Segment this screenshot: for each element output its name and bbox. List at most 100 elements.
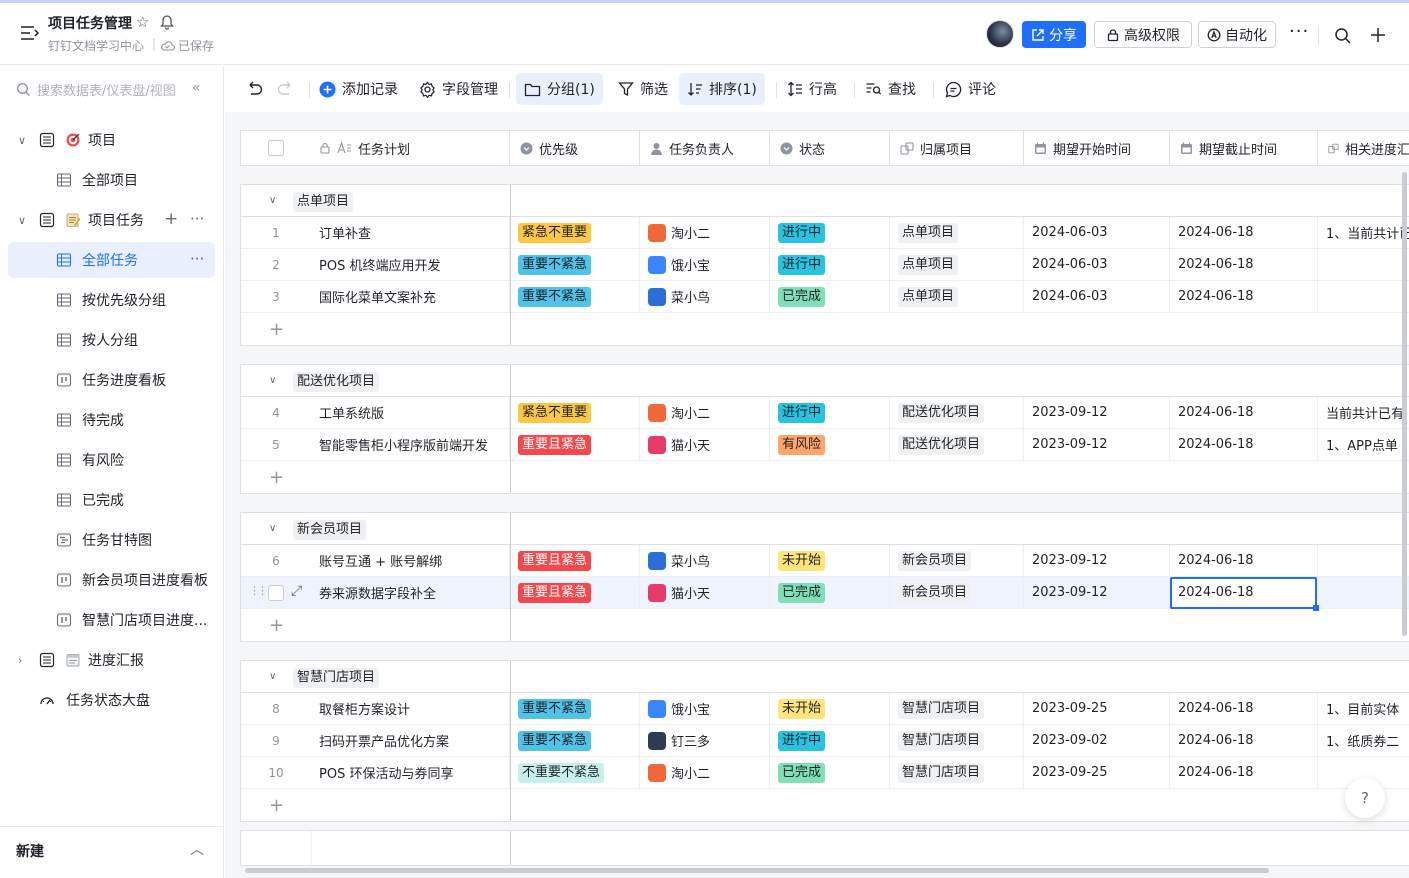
cell-task[interactable]: 账号互通 + 账号解绑 [311, 545, 510, 576]
cell-owner[interactable]: 钉三多 [640, 725, 770, 756]
chevron-right-icon[interactable]: › [18, 654, 22, 667]
column-header-project[interactable]: 归属项目 [890, 131, 1024, 165]
cell-project[interactable]: 智慧门店项目 [890, 757, 1024, 788]
cell-progress[interactable] [1318, 545, 1409, 576]
cell-progress[interactable] [1318, 281, 1409, 312]
table-row[interactable]: 4 工单系统版 紧急不重要 淘小二 进行中 配送优化项目 2023-09-12 2024-06… [241, 397, 1409, 429]
search-icon[interactable] [1334, 27, 1352, 45]
cell-task[interactable]: 扫码开票产品优化方案 [311, 725, 510, 756]
sidebar-item-all-tasks[interactable]: 全部任务 ··· [8, 242, 215, 278]
column-header-task-plan[interactable]: 任务计划 [311, 131, 510, 165]
group-header[interactable]: ∨ 配送优化项目 [241, 365, 1409, 397]
advanced-permission-button[interactable]: 高级权限 [1094, 21, 1192, 48]
table-row[interactable]: 5 智能零售柜小程序版前端开发 重要且紧急 猫小天 有风险 配送优化项目 2023-09-1… [241, 429, 1409, 461]
sort-button[interactable]: 排序(1) [679, 73, 765, 105]
cell-progress[interactable]: 1、APP点单 [1318, 429, 1409, 460]
cell-task[interactable]: 券来源数据字段补全 [311, 577, 510, 608]
cell-owner[interactable]: 饿小宝 [640, 249, 770, 280]
comment-button[interactable]: 评论 [937, 73, 1004, 105]
chevron-down-icon[interactable]: ∨ [18, 134, 26, 147]
cell-progress[interactable]: 1、纸质券二 [1318, 725, 1409, 756]
cell-task[interactable]: POS 机终端应用开发 [311, 249, 510, 280]
share-button[interactable]: 分享 [1022, 21, 1086, 48]
table-row[interactable]: 6 账号互通 + 账号解绑 重要且紧急 菜小鸟 未开始 新会员项目 2023-09-12 20… [241, 545, 1409, 577]
cell-project[interactable]: 点单项目 [890, 217, 1024, 248]
plus-icon[interactable] [1369, 26, 1387, 44]
cell-end[interactable]: 2024-06-18 [1170, 281, 1318, 312]
more-icon[interactable]: ··· [1289, 21, 1309, 42]
cell-priority[interactable]: 重要且紧急 [510, 545, 640, 576]
table-row[interactable]: ⋮⋮ ⤢ 券来源数据字段补全 重要且紧急 猫小天 已完成 新会员项目 2023-09-12 20… [241, 577, 1409, 611]
table-row[interactable]: 1 订单补查 紧急不重要 淘小二 进行中 点单项目 2024-06-03 2024-06-18… [241, 217, 1409, 249]
sidebar-item-store-kanban[interactable]: 智慧门店项目进度... [8, 602, 215, 638]
add-record-button[interactable]: 添加记录 [311, 73, 406, 105]
cell-progress[interactable]: 1、目前实体 [1318, 693, 1409, 724]
cell-end[interactable]: 2024-06-18 [1170, 757, 1318, 788]
cell-project[interactable]: 点单项目 [890, 249, 1024, 280]
cell-status[interactable]: 进行中 [770, 249, 890, 280]
column-header-owner[interactable]: 任务负责人 [640, 131, 770, 165]
column-header-status[interactable]: 状态 [770, 131, 890, 165]
cell-status[interactable]: 进行中 [770, 217, 890, 248]
cell-priority[interactable]: 紧急不重要 [510, 217, 640, 248]
cell-task[interactable]: 国际化菜单文案补充 [311, 281, 510, 312]
cell-status[interactable]: 未开始 [770, 693, 890, 724]
drag-handle-icon[interactable]: ⋮⋮ [249, 584, 268, 597]
sidebar-item-gantt[interactable]: 任务甘特图 [8, 522, 215, 558]
cell-start[interactable]: 2024-06-03 [1024, 249, 1170, 280]
cell-owner[interactable]: 菜小鸟 [640, 545, 770, 576]
cell-start[interactable]: 2023-09-12 [1024, 577, 1170, 608]
cell-progress[interactable]: 1、当前共计已 [1318, 217, 1409, 248]
table-row[interactable]: 10 POS 环保活动与券同享 不重要不紧急 淘小二 已完成 智慧门店项目 2023-09-… [241, 757, 1409, 789]
chevron-down-icon[interactable]: ∨ [269, 375, 276, 386]
cell-start[interactable]: 2023-09-12 [1024, 429, 1170, 460]
cell-priority[interactable]: 重要不紧急 [510, 693, 640, 724]
chevron-down-icon[interactable]: ∨ [269, 523, 276, 534]
cell-owner[interactable]: 猫小天 [640, 429, 770, 460]
cell-project[interactable]: 点单项目 [890, 281, 1024, 312]
new-item-section[interactable]: 新建 ︿ [0, 826, 223, 878]
table-row[interactable]: 8 取餐柜方案设计 重要不紧急 饿小宝 未开始 智慧门店项目 2023-09-25 2024-… [241, 693, 1409, 725]
cell-progress[interactable] [1318, 577, 1409, 608]
help-button[interactable]: ? [1345, 778, 1385, 818]
cell-end[interactable]: 2024-06-18 [1170, 693, 1318, 724]
cell-status[interactable]: 进行中 [770, 397, 890, 428]
cell-start[interactable]: 2023-09-25 [1024, 693, 1170, 724]
select-all-checkbox[interactable] [268, 140, 284, 156]
cell-priority[interactable]: 重要不紧急 [510, 725, 640, 756]
cell-end[interactable]: 2024-06-18 [1170, 725, 1318, 756]
cell-owner[interactable]: 菜小鸟 [640, 281, 770, 312]
cell-start[interactable]: 2024-06-03 [1024, 281, 1170, 312]
column-header-progress[interactable]: 相关进度汇 [1318, 131, 1409, 165]
table-row[interactable]: 2 POS 机终端应用开发 重要不紧急 饿小宝 进行中 点单项目 2024-06-03 202… [241, 249, 1409, 281]
cell-priority[interactable]: 重要且紧急 [510, 577, 640, 608]
cell-end[interactable]: 2024-06-18 [1170, 429, 1318, 460]
cell-owner[interactable]: 淘小二 [640, 757, 770, 788]
automation-button[interactable]: 自动化 [1198, 21, 1276, 48]
cell-task[interactable]: POS 环保活动与券同享 [311, 757, 510, 788]
cell-end[interactable]: 2024-06-18 [1170, 545, 1318, 576]
group-button[interactable]: 分组(1) [516, 73, 603, 105]
cell-status[interactable]: 未开始 [770, 545, 890, 576]
user-avatar[interactable] [986, 20, 1014, 48]
add-view-icon[interactable]: + [164, 209, 178, 229]
find-button[interactable]: 查找 [857, 73, 924, 105]
cell-owner[interactable]: 淘小二 [640, 217, 770, 248]
cell-task[interactable]: 工单系统版 [311, 397, 510, 428]
cell-start[interactable]: 2024-06-03 [1024, 217, 1170, 248]
row-checkbox[interactable] [268, 585, 284, 601]
cell-status[interactable]: 进行中 [770, 725, 890, 756]
filter-button[interactable]: 筛选 [610, 73, 676, 105]
cell-owner[interactable]: 淘小二 [640, 397, 770, 428]
cell-project[interactable]: 配送优化项目 [890, 397, 1024, 428]
cell-project[interactable]: 智慧门店项目 [890, 725, 1024, 756]
add-row-button[interactable]: + [241, 609, 1409, 641]
sidebar-item-progress-report[interactable]: › 进度汇报 [8, 642, 215, 678]
group-header[interactable]: ∨ 新会员项目 [241, 513, 1409, 545]
add-row-button[interactable]: + [241, 313, 1409, 345]
column-header-start-date[interactable]: 期望开始时间 [1024, 131, 1170, 165]
cell-status[interactable]: 已完成 [770, 757, 890, 788]
cell-task[interactable]: 智能零售柜小程序版前端开发 [311, 429, 510, 460]
cell-project[interactable]: 配送优化项目 [890, 429, 1024, 460]
chevron-down-icon[interactable]: ∨ [269, 195, 276, 206]
